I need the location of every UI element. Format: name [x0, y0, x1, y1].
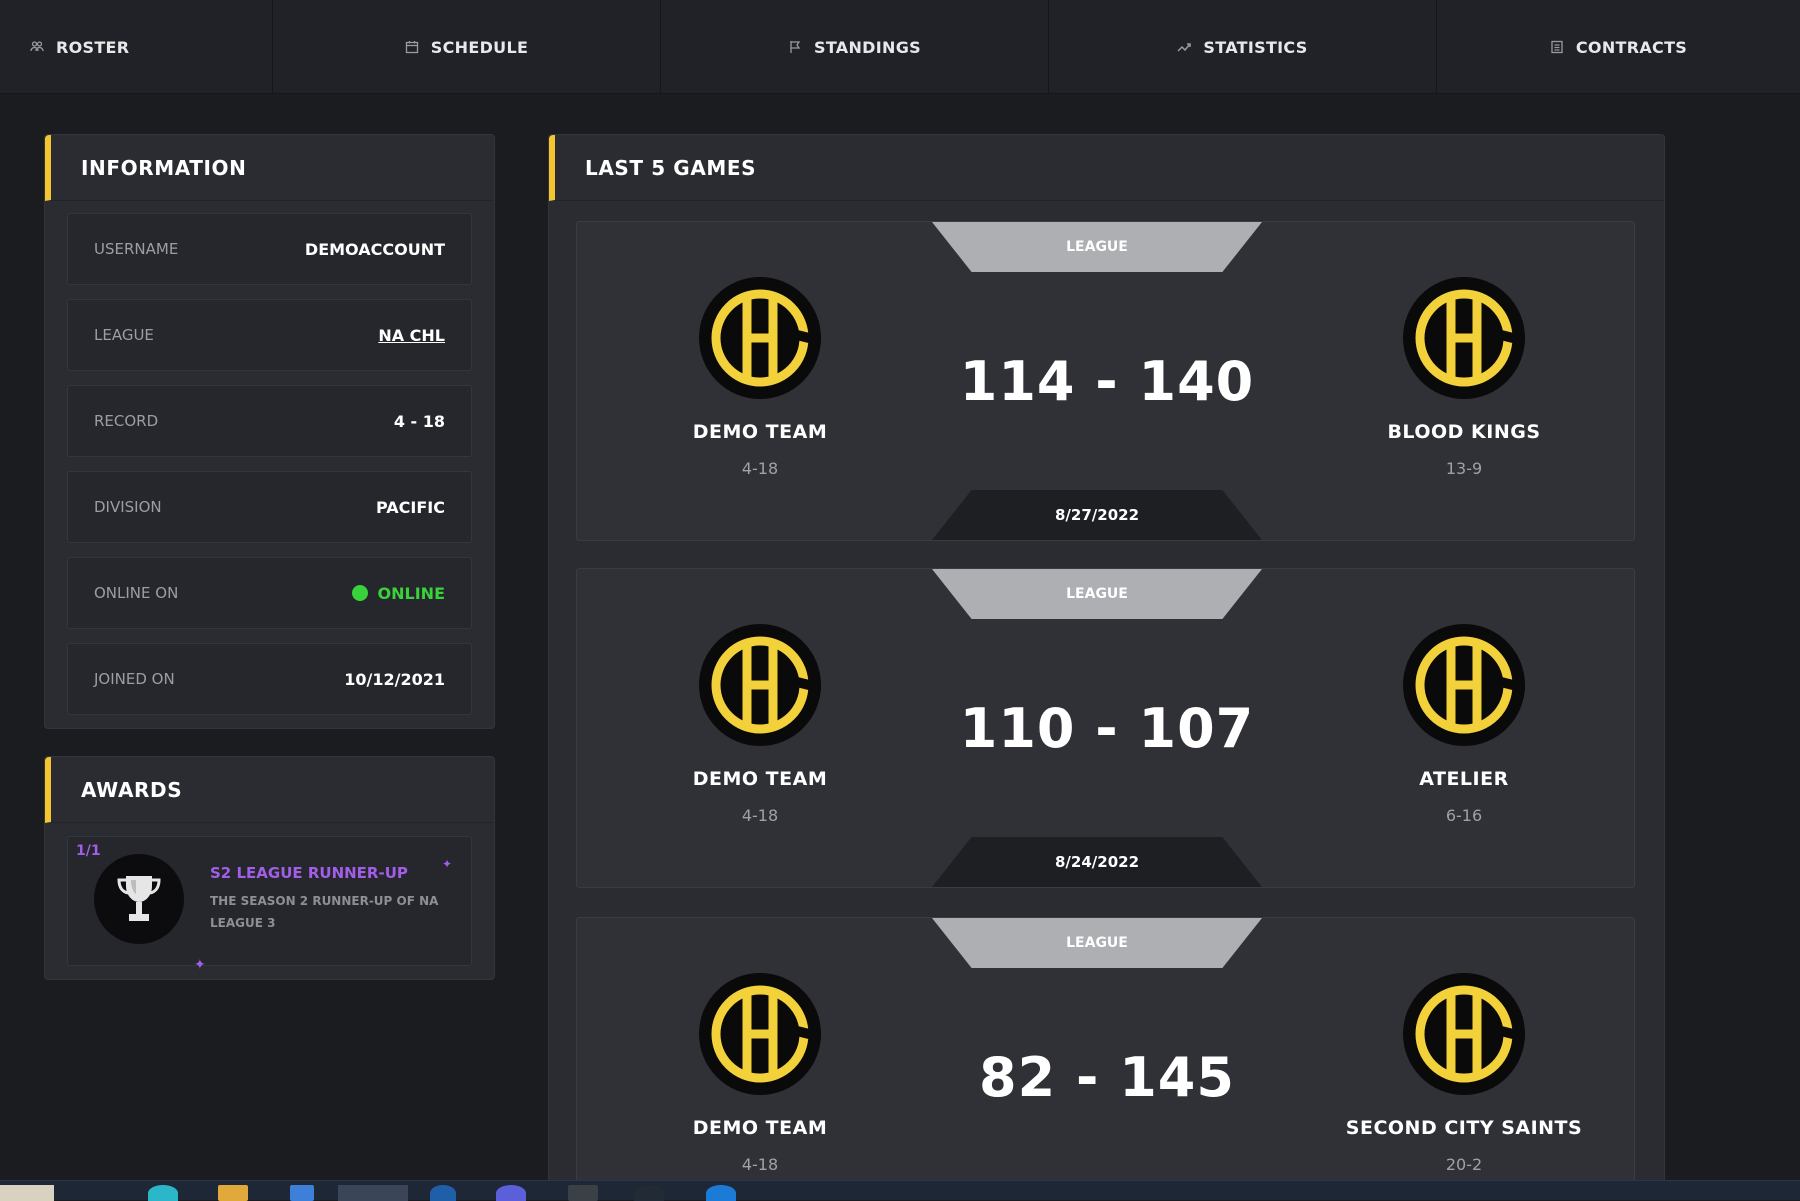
- information-title: Information: [45, 135, 494, 201]
- game-card[interactable]: League Demo Team 4-18 114 - 140: [576, 221, 1635, 541]
- info-label: Joined On: [94, 670, 175, 688]
- info-row-division: Division PACIFIC: [67, 471, 472, 543]
- game-type-badge: League: [932, 569, 1262, 619]
- app-icon[interactable]: [706, 1185, 736, 1201]
- info-row-league: League NA CHL: [67, 299, 472, 371]
- sparkle-icon: ✦: [442, 857, 453, 871]
- info-label: Username: [94, 240, 179, 258]
- info-label: League: [94, 326, 154, 344]
- last-games-title: Last 5 Games: [549, 135, 1664, 201]
- away-team-name: Second City Saints: [1345, 1117, 1583, 1139]
- team-logo-icon: [699, 277, 821, 399]
- game-type-badge: League: [932, 222, 1262, 272]
- users-icon: [30, 40, 44, 54]
- division-value: PACIFIC: [376, 497, 445, 517]
- tab-statistics[interactable]: Statistics: [1049, 0, 1437, 94]
- document-icon: [1550, 40, 1564, 54]
- info-row-joined-on: Joined On 10/12/2021: [67, 643, 472, 715]
- tab-roster[interactable]: Roster: [0, 0, 273, 94]
- game-date: 8/27/2022: [932, 490, 1262, 540]
- game-score: 82 - 145: [979, 1046, 1235, 1109]
- home-team-name: Demo Team: [692, 1117, 828, 1139]
- team-logo-icon: [1403, 973, 1525, 1095]
- away-team-record: 6-16: [1445, 806, 1483, 825]
- team-logo-icon: [699, 973, 821, 1095]
- online-status-text: ONLINE: [377, 583, 445, 603]
- home-team[interactable]: Demo Team 4-18: [620, 624, 900, 825]
- calendar-icon: [405, 40, 419, 54]
- game-card[interactable]: League Demo Team 4-18 82 - 145: [576, 917, 1635, 1200]
- award-description: The season 2 runner-up of NA League 3: [210, 894, 439, 930]
- team-logo-icon: [1403, 277, 1525, 399]
- last-games-panel: Last 5 Games League Demo Team 4-18 114 -…: [548, 134, 1665, 1200]
- info-label: Online On: [94, 584, 179, 602]
- information-panel: Information Username DEMOACCOUNT League …: [44, 134, 495, 729]
- award-card[interactable]: 1/1 S2 League Runner-Up The season 2 run…: [67, 836, 472, 973]
- online-dot-icon: [351, 585, 368, 601]
- app-icon[interactable]: [634, 1185, 664, 1201]
- team-logo-icon: [1403, 624, 1525, 746]
- away-team[interactable]: Blood Kings 13-9: [1324, 277, 1604, 478]
- award-title: S2 League Runner-Up: [210, 864, 408, 882]
- os-taskbar: [0, 1180, 1800, 1201]
- tab-standings-label: Standings: [814, 37, 921, 57]
- awards-panel: Awards 1/1 S2 League Runner-Up The seaso…: [44, 756, 495, 980]
- away-team[interactable]: Atelier 6-16: [1324, 624, 1604, 825]
- league-link[interactable]: NA CHL: [378, 326, 445, 345]
- awards-title: Awards: [45, 757, 494, 823]
- info-label: Division: [94, 498, 162, 516]
- game-score: 114 - 140: [959, 350, 1255, 413]
- home-team-name: Demo Team: [692, 768, 828, 790]
- app-icon[interactable]: [568, 1185, 598, 1201]
- home-team[interactable]: Demo Team 4-18: [620, 973, 900, 1174]
- joined-on-value: 10/12/2021: [344, 669, 445, 689]
- tab-statistics-label: Statistics: [1203, 37, 1308, 57]
- app-icon[interactable]: [430, 1185, 456, 1201]
- game-card[interactable]: League Demo Team 4-18 110 - 107: [576, 568, 1635, 888]
- game-score: 110 - 107: [959, 697, 1255, 760]
- store-app-icon[interactable]: [290, 1185, 314, 1201]
- away-team-record: 13-9: [1445, 459, 1483, 478]
- info-row-username: Username DEMOACCOUNT: [67, 213, 472, 285]
- tab-schedule-label: Schedule: [430, 37, 529, 57]
- tab-contracts[interactable]: Contracts: [1437, 0, 1800, 94]
- trophy-icon: [94, 854, 184, 944]
- team-logo-icon: [699, 624, 821, 746]
- start-app-icon[interactable]: [0, 1185, 54, 1201]
- home-team-record: 4-18: [741, 806, 779, 825]
- sparkle-icon: ✦: [194, 957, 206, 973]
- username-value: DEMOACCOUNT: [304, 239, 445, 259]
- info-row-record: Record 4 - 18: [67, 385, 472, 457]
- chat-app-icon[interactable]: [496, 1185, 526, 1201]
- away-team-name: Atelier: [1419, 768, 1509, 790]
- award-count: 1/1: [76, 843, 101, 859]
- trend-icon: [1177, 40, 1192, 54]
- browser-app-icon[interactable]: [148, 1185, 178, 1201]
- away-team-name: Blood Kings: [1387, 421, 1541, 443]
- active-app-icon[interactable]: [338, 1185, 408, 1201]
- info-label: Record: [94, 412, 159, 430]
- tab-contracts-label: Contracts: [1575, 37, 1688, 57]
- folder-app-icon[interactable]: [218, 1185, 248, 1201]
- home-team[interactable]: Demo Team 4-18: [620, 277, 900, 478]
- tab-schedule[interactable]: Schedule: [273, 0, 661, 94]
- flag-icon: [788, 40, 802, 54]
- game-date: 8/24/2022: [932, 837, 1262, 887]
- home-team-record: 4-18: [741, 459, 779, 478]
- tab-standings[interactable]: Standings: [661, 0, 1049, 94]
- game-type-badge: League: [932, 918, 1262, 968]
- home-team-record: 4-18: [741, 1155, 779, 1174]
- top-navigation: Roster Schedule Standings Statistics Con…: [0, 0, 1800, 94]
- online-status: ONLINE: [351, 583, 445, 603]
- away-team[interactable]: Second City Saints 20-2: [1324, 973, 1604, 1174]
- home-team-name: Demo Team: [692, 421, 828, 443]
- away-team-record: 20-2: [1445, 1155, 1483, 1174]
- record-value: 4 - 18: [393, 411, 445, 431]
- tab-roster-label: Roster: [56, 37, 130, 57]
- info-row-online-on: Online On ONLINE: [67, 557, 472, 629]
